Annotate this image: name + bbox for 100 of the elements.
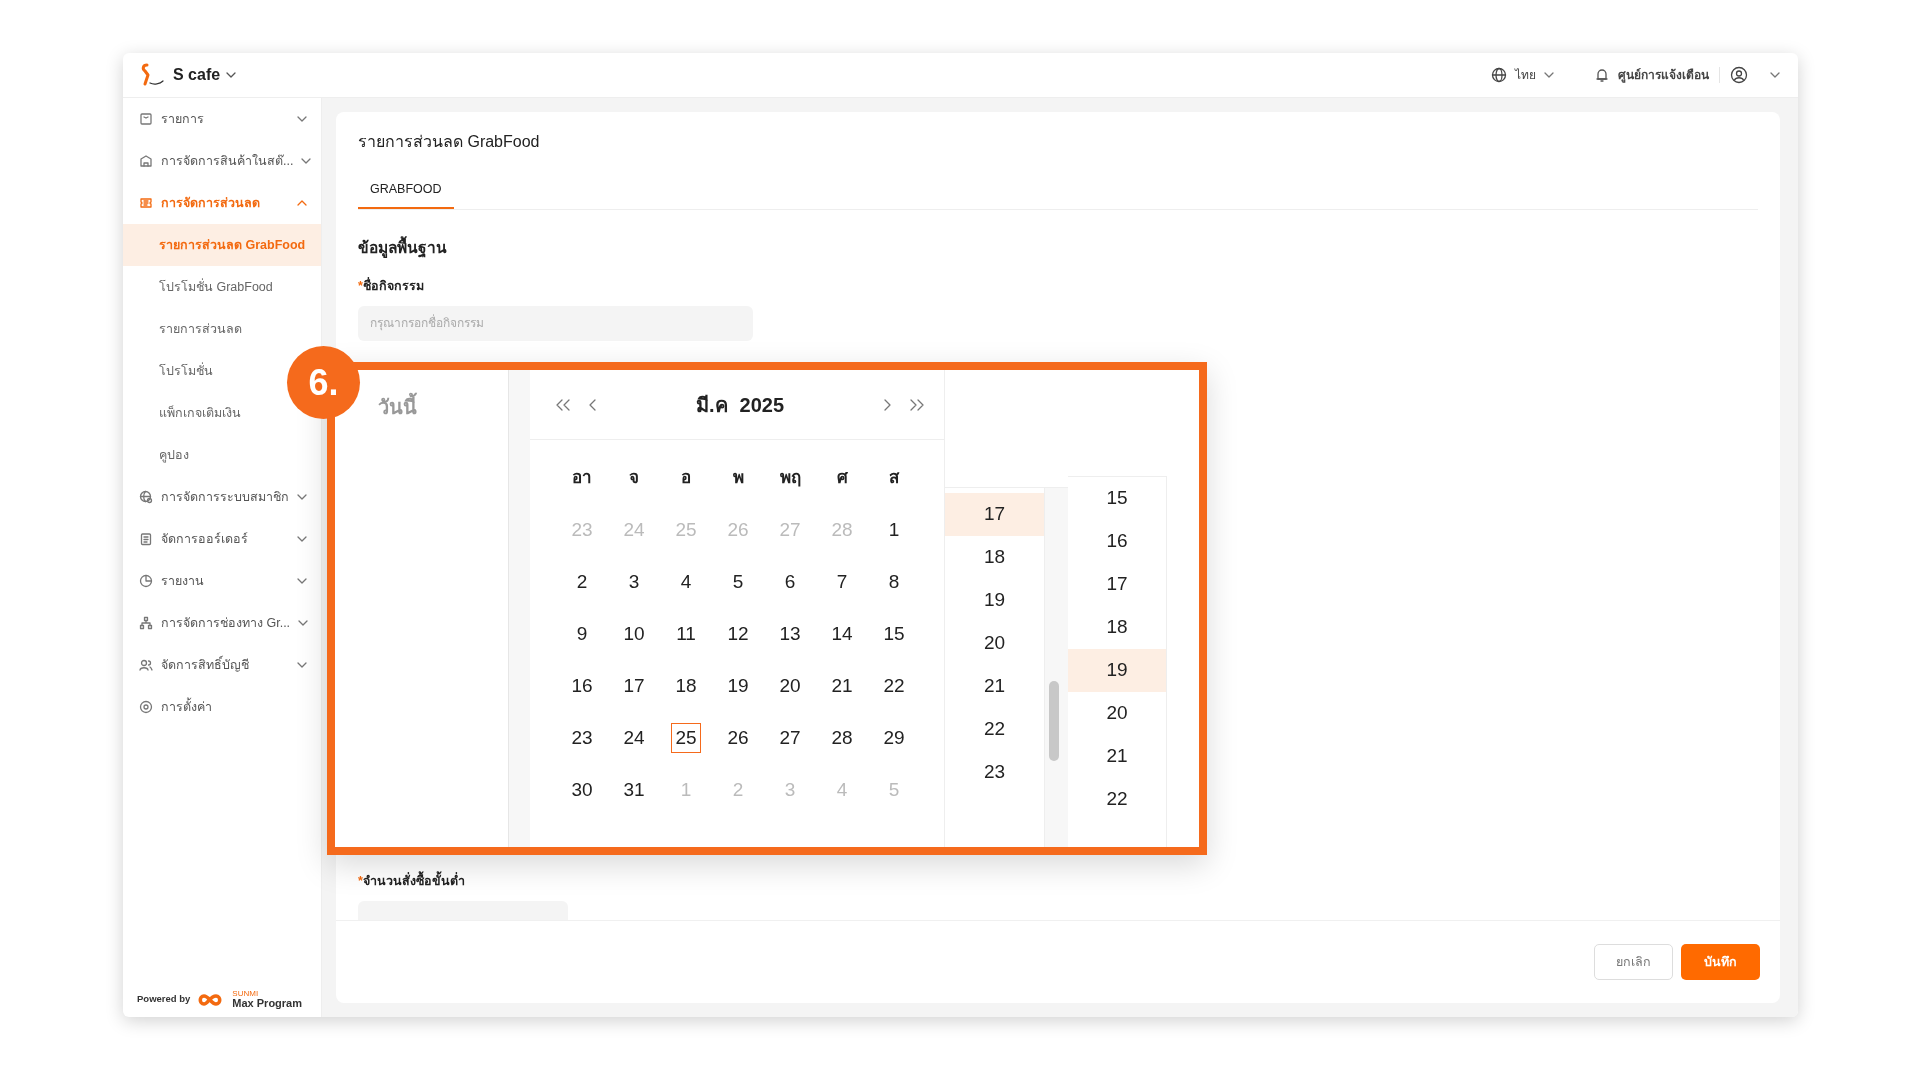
minute-option[interactable]: 15	[1068, 477, 1166, 520]
day-cell[interactable]: 18	[671, 671, 701, 701]
day-cell[interactable]: 30	[567, 775, 597, 805]
users-icon	[139, 658, 153, 672]
chevron-down-icon	[1544, 72, 1554, 78]
hour-option[interactable]: 19	[945, 579, 1044, 622]
cancel-button[interactable]: ยกเลิก	[1594, 944, 1673, 980]
day-cell[interactable]: 14	[827, 619, 857, 649]
double-chevron-left-icon	[555, 398, 571, 411]
day-cell[interactable]: 19	[723, 671, 753, 701]
day-cell[interactable]: 1	[879, 515, 909, 545]
day-cell[interactable]: 4	[671, 567, 701, 597]
page-title: รายการส่วนลด GrabFood	[358, 132, 541, 152]
day-cell[interactable]: 21	[827, 671, 857, 701]
minute-option[interactable]: 21	[1068, 735, 1166, 778]
sidebar-item[interactable]: จัดการสิทธิ์บัญชี	[123, 644, 321, 686]
partner-label: SUNMI	[232, 990, 260, 998]
day-cell[interactable]: 15	[879, 619, 909, 649]
section-heading: ข้อมูลพื้นฐาน	[358, 235, 448, 259]
day-cell[interactable]: 5	[723, 567, 753, 597]
day-cell[interactable]: 27	[775, 723, 805, 753]
sidebar-item[interactable]: การตั้งค่า	[123, 686, 321, 728]
minute-option[interactable]: 22	[1068, 778, 1166, 821]
day-cell[interactable]: 20	[775, 671, 805, 701]
day-cell[interactable]: 6	[775, 567, 805, 597]
partner-name: Max Program	[232, 998, 303, 1009]
sidebar-item[interactable]: จัดการออร์เดอร์	[123, 518, 321, 560]
month-label[interactable]: มี.ค	[695, 389, 728, 420]
field-label: *ชื่อกิจกรรม	[358, 277, 425, 295]
day-cell[interactable]: 16	[567, 671, 597, 701]
sidebar-subitem[interactable]: โปรโมชั่น GrabFood	[159, 266, 273, 308]
day-cell[interactable]: 13	[775, 619, 805, 649]
weekday-label: อ	[681, 467, 691, 490]
pie-chart-icon	[139, 574, 153, 588]
day-cell[interactable]: 12	[723, 619, 753, 649]
globe-icon[interactable]	[1491, 67, 1507, 83]
day-cell[interactable]: 3	[619, 567, 649, 597]
day-cell[interactable]: 9	[567, 619, 597, 649]
day-cell[interactable]: 29	[879, 723, 909, 753]
weekday-label: อา	[572, 467, 592, 490]
notification-center-link[interactable]: ศูนย์การแจ้งเตือน	[1618, 66, 1709, 84]
hour-option[interactable]: 23	[945, 751, 1044, 794]
chevron-down-icon	[1770, 72, 1780, 78]
sidebar-item[interactable]: การจัดการระบบสมาชิก	[123, 476, 321, 518]
day-cell[interactable]: 24	[619, 723, 649, 753]
weekday-label: จ	[629, 467, 639, 490]
day-cell[interactable]: 8	[879, 567, 909, 597]
day-cell[interactable]: 28	[827, 723, 857, 753]
day-cell[interactable]: 10	[619, 619, 649, 649]
day-cell[interactable]: 11	[671, 619, 701, 649]
hour-option[interactable]: 18	[945, 536, 1044, 579]
chevron-left-icon	[589, 398, 597, 411]
day-cell[interactable]: 2	[567, 567, 597, 597]
tab[interactable]: GRABFOOD	[358, 174, 454, 209]
day-cell[interactable]: 17	[619, 671, 649, 701]
building-icon	[139, 154, 153, 168]
minute-option[interactable]: 16	[1068, 520, 1166, 563]
sidebar-subitem[interactable]: คูปอง	[159, 434, 189, 476]
sidebar-item[interactable]: รายงาน	[123, 560, 321, 602]
day-cell[interactable]: 7	[827, 567, 857, 597]
user-icon[interactable]	[1730, 66, 1748, 84]
brand-name[interactable]: S cafe	[173, 63, 221, 87]
weekday-label: ศ	[836, 467, 848, 490]
minute-option[interactable]: 18	[1068, 606, 1166, 649]
language-selector[interactable]: ไทย	[1515, 66, 1536, 84]
sidebar-subitem[interactable]: แพ็กเกจเติมเงิน	[159, 392, 241, 434]
sidebar-item[interactable]: รายการ	[123, 98, 321, 140]
day-cell[interactable]: 23	[567, 723, 597, 753]
weekday-label: ส	[889, 467, 899, 490]
network-icon	[139, 616, 153, 630]
minute-option[interactable]: 20	[1068, 692, 1166, 735]
weekday-label: พฤ	[779, 467, 801, 490]
chevron-right-icon	[883, 398, 891, 411]
hour-option[interactable]: 22	[945, 708, 1044, 751]
hour-option[interactable]: 20	[945, 622, 1044, 665]
weekday-label: พ	[732, 467, 744, 490]
settings-icon	[139, 700, 153, 714]
day-cell[interactable]: 31	[619, 775, 649, 805]
field-label: *จำนวนสั่งซื้อขั้นต่ำ	[358, 871, 466, 890]
sidebar-item[interactable]: การจัดการสินค้าในสต๊...	[123, 140, 321, 182]
logo-icon	[139, 63, 165, 87]
globe-icon	[139, 490, 153, 504]
day-cell[interactable]: 26	[723, 723, 753, 753]
bell-icon[interactable]	[1594, 67, 1610, 83]
sidebar-subitem[interactable]: รายการส่วนลด	[159, 308, 242, 350]
day-cell[interactable]: 25	[671, 723, 701, 753]
year-label[interactable]: 2025	[739, 389, 785, 420]
powered-by-text: Powered by	[137, 992, 191, 1007]
hour-option[interactable]: 21	[945, 665, 1044, 708]
input-field[interactable]: กรุณากรอกชื่อกิจกรรม	[358, 305, 753, 341]
day-cell[interactable]: 22	[879, 671, 909, 701]
minute-option[interactable]: 19	[1068, 649, 1166, 692]
clipboard-icon	[139, 532, 153, 546]
sidebar-subitem[interactable]: โปรโมชั่น	[159, 350, 213, 392]
document-icon	[139, 112, 153, 126]
double-chevron-right-icon	[909, 398, 925, 411]
sidebar-item[interactable]: การจัดการช่องทาง Gr...	[123, 602, 321, 644]
hour-option[interactable]: 17	[945, 493, 1044, 536]
scrollbar-thumb[interactable]	[1049, 681, 1059, 761]
minute-option[interactable]: 17	[1068, 563, 1166, 606]
